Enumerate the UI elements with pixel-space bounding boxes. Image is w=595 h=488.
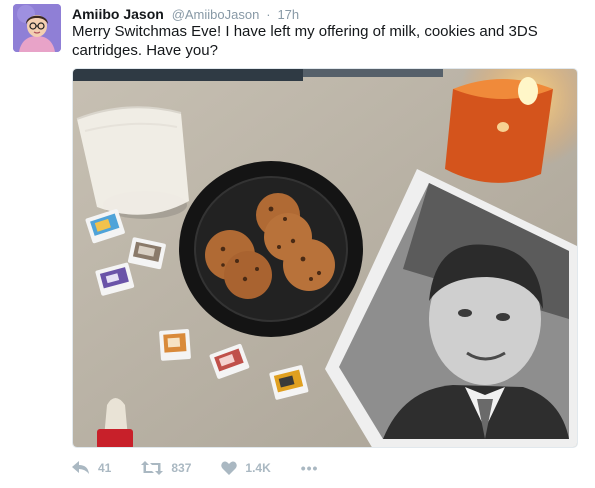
tweet-photo[interactable] bbox=[72, 68, 578, 448]
retweet-button[interactable]: 837 bbox=[141, 461, 191, 475]
retweet-icon bbox=[141, 461, 164, 475]
more-icon: ••• bbox=[300, 460, 319, 476]
tweet[interactable]: Amiibo Jason @AmiiboJason · 17h Merry Sw… bbox=[0, 0, 595, 488]
more-button[interactable]: ••• bbox=[301, 460, 319, 476]
display-name[interactable]: Amiibo Jason bbox=[72, 6, 164, 22]
avatar-image bbox=[13, 4, 61, 52]
tweet-text: Merry Switchmas Eve! I have left my offe… bbox=[72, 23, 538, 59]
like-count: 1.4K bbox=[245, 461, 271, 475]
header-separator: · bbox=[266, 7, 271, 22]
avatar[interactable] bbox=[13, 4, 61, 52]
reply-count: 41 bbox=[98, 461, 112, 475]
reply-button[interactable]: 41 bbox=[72, 461, 111, 475]
photo-scene bbox=[73, 69, 577, 447]
timestamp[interactable]: 17h bbox=[277, 7, 299, 22]
user-handle[interactable]: @AmiiboJason bbox=[172, 7, 260, 22]
reply-icon bbox=[72, 461, 89, 474]
heart-icon bbox=[221, 461, 238, 475]
tweet-actions: 41 837 1.4K ••• bbox=[72, 456, 318, 480]
retweet-count: 837 bbox=[171, 461, 192, 475]
like-button[interactable]: 1.4K bbox=[221, 461, 271, 475]
